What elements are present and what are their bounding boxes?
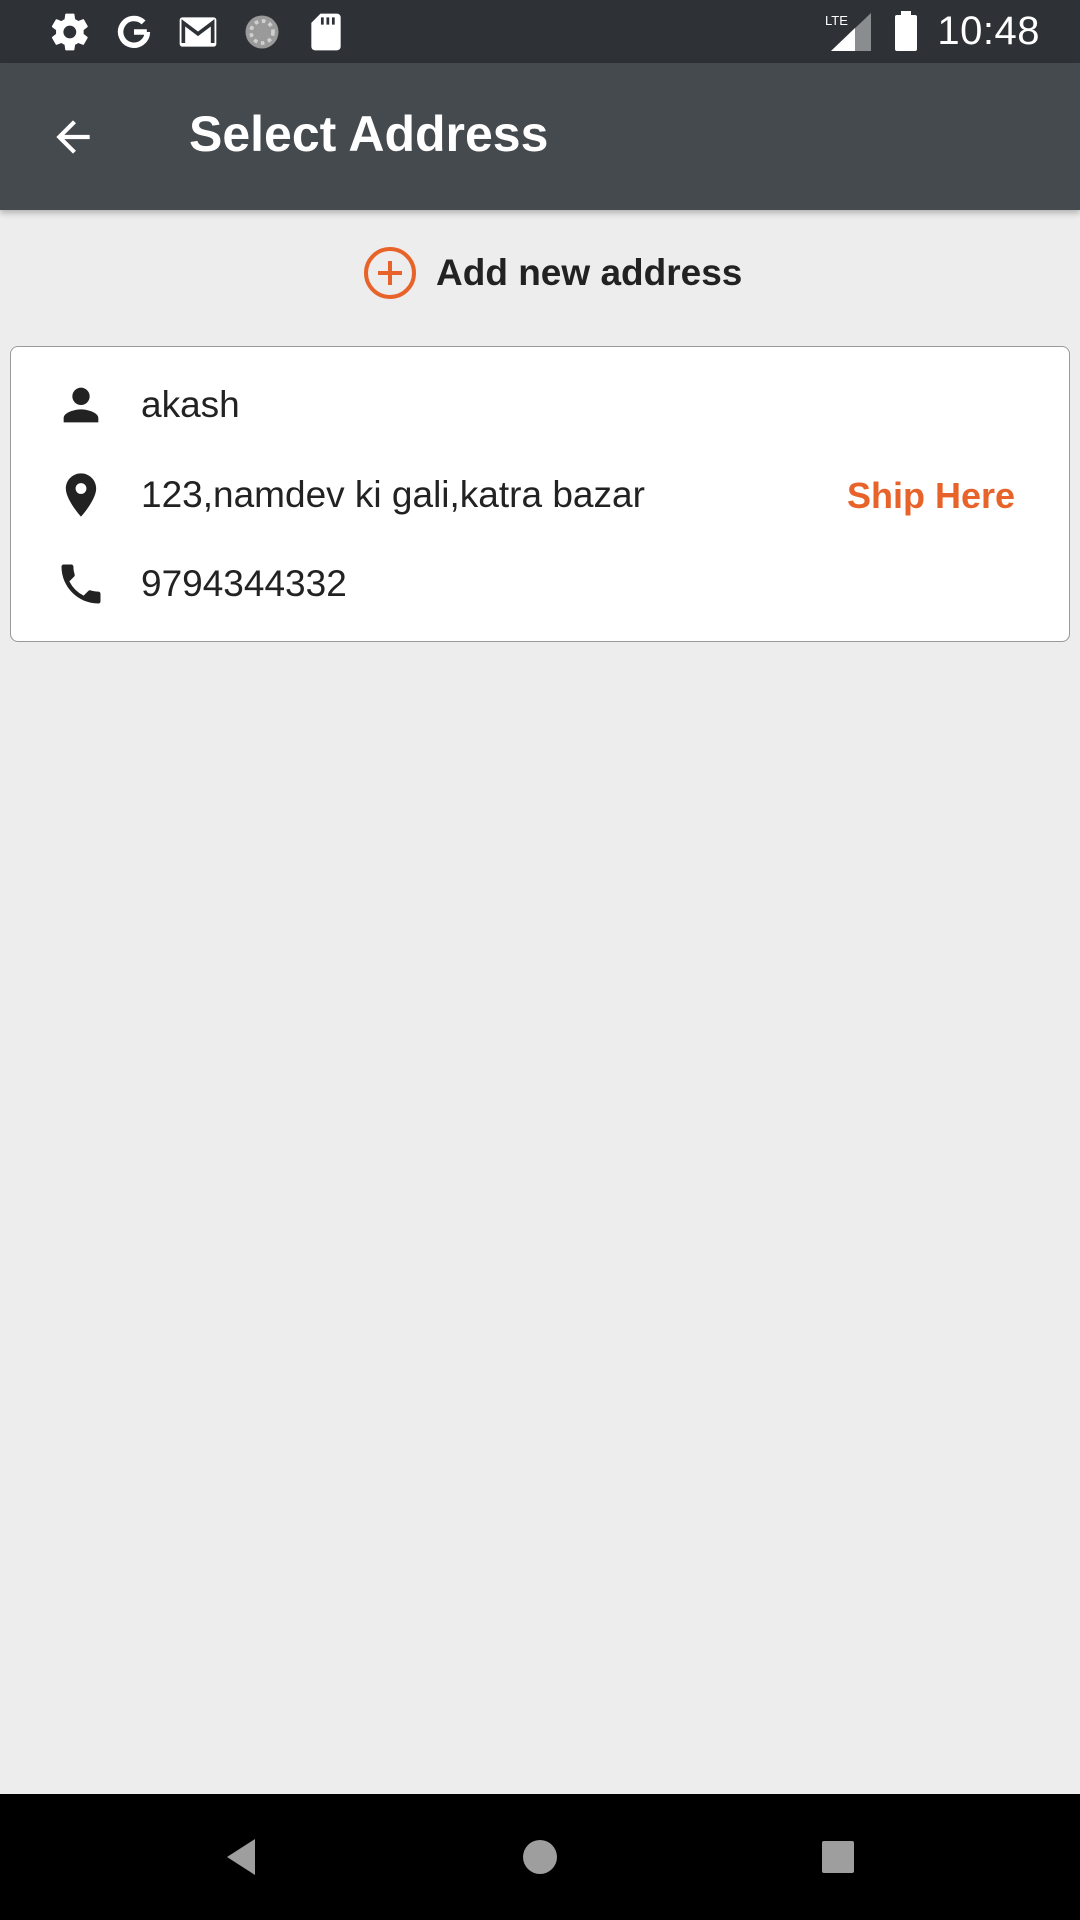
person-icon: [53, 377, 109, 433]
gear-icon: [51, 13, 88, 51]
battery-icon: [895, 11, 918, 51]
address-phone: 9794344332: [141, 563, 347, 604]
arrow-back-icon: [56, 120, 90, 154]
address-name: akash: [141, 384, 240, 425]
address-card[interactable]: akash 123,namdev ki gali,katra bazar Shi…: [10, 346, 1070, 642]
status-system-icons: LTE 10:48: [823, 8, 1040, 54]
sd-card-icon: [311, 13, 341, 51]
address-street: 123,namdev ki gali,katra bazar: [141, 474, 645, 515]
nav-back-button[interactable]: [208, 1824, 274, 1890]
phone-icon: [53, 556, 109, 612]
nav-recents-button[interactable]: [805, 1824, 871, 1890]
nav-home-button[interactable]: [507, 1824, 573, 1890]
add-new-address-button[interactable]: Add new address: [362, 245, 742, 301]
location-pin-icon: [53, 467, 109, 523]
nav-back-icon: [227, 1839, 255, 1875]
lte-signal-icon: LTE: [825, 13, 872, 51]
gmail-icon: [179, 17, 217, 47]
status-notification-icons: [48, 10, 348, 54]
nav-home-icon: [523, 1840, 557, 1874]
add-circle-icon: [364, 247, 416, 299]
svg-text:LTE: LTE: [825, 13, 848, 28]
status-time: 10:48: [937, 8, 1040, 53]
add-new-address-label: Add new address: [436, 252, 743, 293]
system-nav-bar: [0, 1794, 1080, 1920]
sync-icon: [245, 15, 279, 49]
page-title: Select Address: [189, 106, 549, 162]
back-button[interactable]: [30, 101, 116, 173]
ship-here-button[interactable]: Ship Here: [847, 475, 1015, 517]
status-bar: LTE 10:48: [0, 0, 1080, 63]
app-bar: Select Address: [0, 63, 1080, 210]
google-icon: [117, 15, 151, 48]
nav-recents-icon: [822, 1841, 854, 1873]
